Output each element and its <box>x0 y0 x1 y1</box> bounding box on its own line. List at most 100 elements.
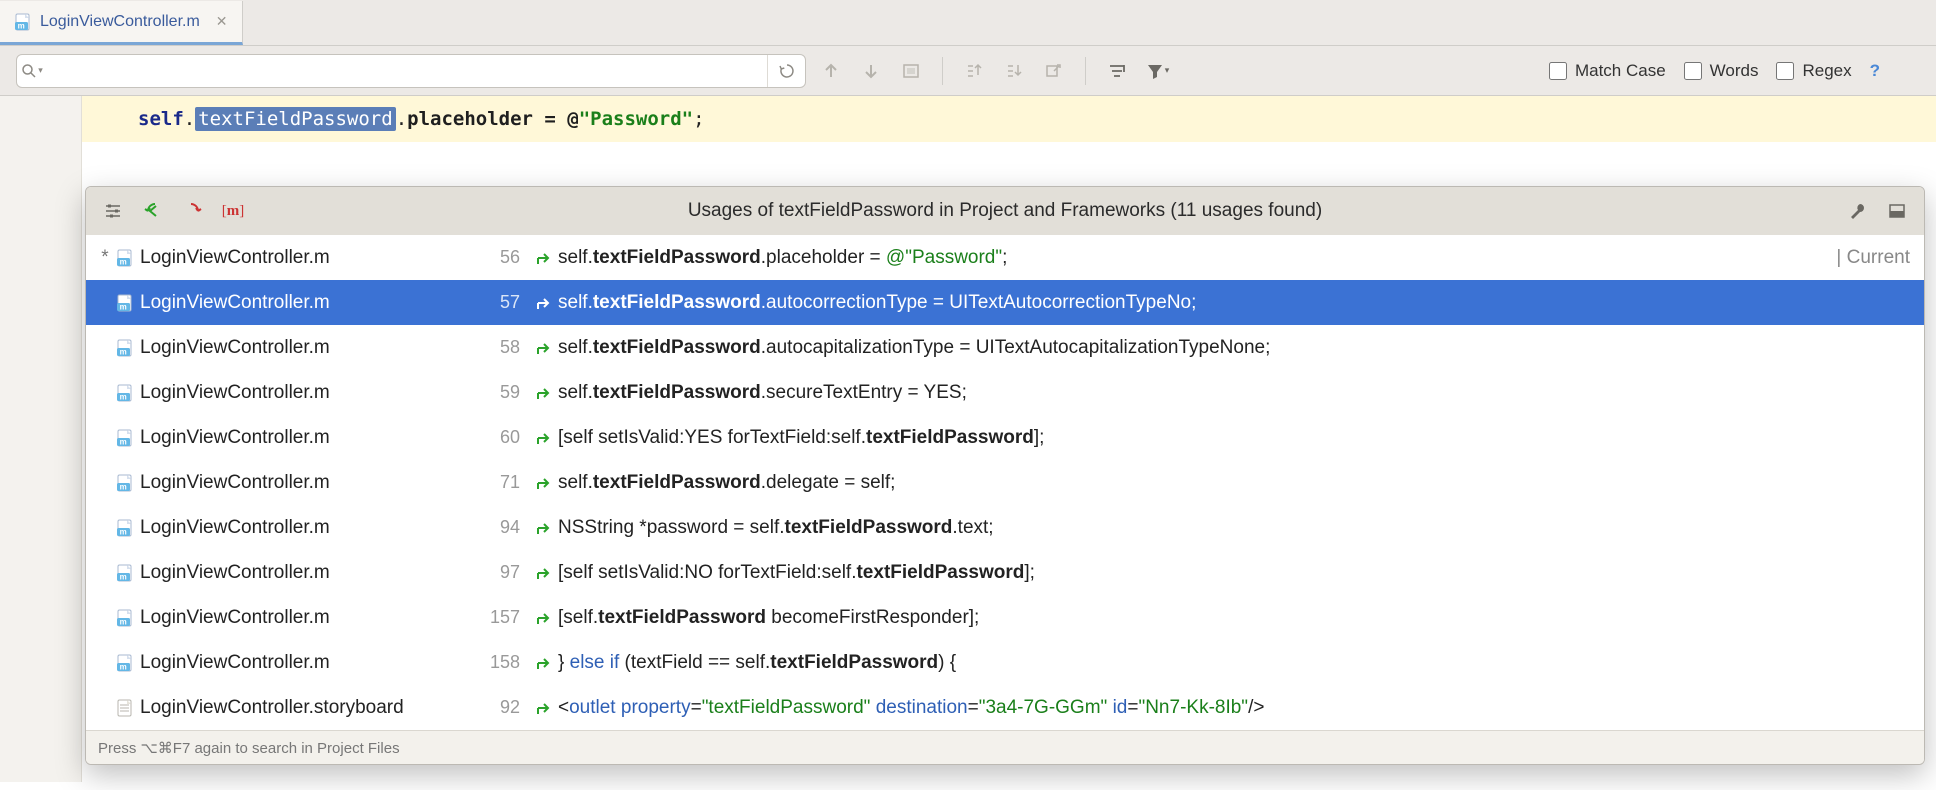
jump-to-source-icon[interactable] <box>530 295 558 311</box>
usage-row[interactable]: LoginViewController.m97 [self setIsValid:… <box>86 550 1924 595</box>
m-file-icon <box>116 654 140 672</box>
m-file-icon <box>116 564 140 582</box>
usage-line-number: 92 <box>470 697 530 718</box>
m-file-icon <box>14 13 32 31</box>
find-toolbar: ▾ ▾ Match Case Words Regex ? <box>0 46 1936 96</box>
words-checkbox[interactable]: Words <box>1684 61 1759 81</box>
m-file-icon <box>116 339 140 357</box>
usage-code-snippet: [self setIsValid:YES forTextField:self.t… <box>558 427 1910 449</box>
usage-file-name: LoginViewController.m <box>140 607 470 629</box>
usage-file-name: LoginViewController.storyboard <box>140 697 470 719</box>
usage-line-number: 60 <box>470 427 530 448</box>
gutter <box>0 96 82 142</box>
filter-button[interactable]: ▾ <box>1142 56 1172 86</box>
separator <box>942 57 943 85</box>
usage-row[interactable]: *LoginViewController.m56self.textFieldPa… <box>86 235 1924 280</box>
usage-line-number: 58 <box>470 337 530 358</box>
usage-line-number: 94 <box>470 517 530 538</box>
usage-line-number: 97 <box>470 562 530 583</box>
code-text: ; <box>693 108 704 130</box>
usage-row[interactable]: LoginViewController.m57self.textFieldPas… <box>86 280 1924 325</box>
help-icon[interactable]: ? <box>1870 61 1880 81</box>
search-icon[interactable]: ▾ <box>17 63 47 79</box>
prev-match-button[interactable] <box>816 56 846 86</box>
usage-code-snippet: self.textFieldPassword.autocapitalizatio… <box>558 337 1910 359</box>
editor-tab-bar: LoginViewController.m ✕ <box>0 0 1936 46</box>
search-field-wrap: ▾ <box>16 54 806 88</box>
usage-row[interactable]: LoginViewController.m157[self.textFieldP… <box>86 595 1924 640</box>
usage-file-name: LoginViewController.m <box>140 292 470 314</box>
highlighted-symbol: textFieldPassword <box>195 107 395 131</box>
open-in-tool-window-icon[interactable] <box>1880 195 1914 227</box>
close-icon[interactable]: ✕ <box>216 13 228 30</box>
remove-selection-button[interactable] <box>999 56 1029 86</box>
scope-m-icon[interactable]: [m] <box>216 195 250 227</box>
usage-code-snippet: } else if (textField == self.textFieldPa… <box>558 652 1910 674</box>
match-case-checkbox[interactable]: Match Case <box>1549 61 1666 81</box>
m-file-icon <box>116 519 140 537</box>
usages-popup-footer: Press ⌥⌘F7 again to search in Project Fi… <box>86 730 1924 764</box>
usage-row[interactable]: LoginViewController.m58 self.textFieldPas… <box>86 325 1924 370</box>
jump-to-source-icon[interactable] <box>530 610 558 626</box>
prev-usage-button[interactable] <box>136 195 170 227</box>
usage-row[interactable]: LoginViewController.m158} else if (textF… <box>86 640 1924 685</box>
settings-icon[interactable] <box>96 195 130 227</box>
m-file-icon <box>116 474 140 492</box>
usages-list: *LoginViewController.m56self.textFieldPa… <box>86 235 1924 730</box>
tab-filename: LoginViewController.m <box>40 13 200 31</box>
jump-to-source-icon[interactable] <box>530 565 558 581</box>
code-text: . <box>184 108 195 130</box>
usage-code-snippet: <outlet property="textFieldPassword" des… <box>558 697 1910 719</box>
regex-checkbox[interactable]: Regex <box>1776 61 1851 81</box>
code-text: placeholder = @ <box>407 108 579 130</box>
jump-to-source-icon[interactable] <box>530 700 558 716</box>
usage-file-name: LoginViewController.m <box>140 517 470 539</box>
jump-to-source-icon[interactable] <box>530 250 558 266</box>
jump-to-source-icon[interactable] <box>530 430 558 446</box>
usage-code-snippet: self.textFieldPassword.delegate = self; <box>558 472 1910 494</box>
jump-to-source-icon[interactable] <box>530 340 558 356</box>
search-options: Match Case Words Regex ? <box>1549 61 1880 81</box>
jump-to-source-icon[interactable] <box>530 655 558 671</box>
regex-label: Regex <box>1802 61 1851 81</box>
code-text: . <box>396 108 407 130</box>
filter-lines-button[interactable] <box>1102 56 1132 86</box>
usage-file-name: LoginViewController.m <box>140 562 470 584</box>
jump-to-source-icon[interactable] <box>530 385 558 401</box>
search-input[interactable] <box>47 55 767 87</box>
wrench-icon[interactable] <box>1840 195 1874 227</box>
usage-code-snippet: [self setIsValid:NO forTextField:self.te… <box>558 562 1910 584</box>
usage-line-number: 157 <box>470 607 530 628</box>
usage-row[interactable]: LoginViewController.m94 NSString *passwor… <box>86 505 1924 550</box>
usage-row[interactable]: LoginViewController.storyboard92 <outlet … <box>86 685 1924 730</box>
usage-line-number: 56 <box>470 247 530 268</box>
usage-file-name: LoginViewController.m <box>140 337 470 359</box>
usage-row[interactable]: LoginViewController.m60[self setIsValid:… <box>86 415 1924 460</box>
match-case-label: Match Case <box>1575 61 1666 81</box>
usages-popup-title: Usages of textFieldPassword in Project a… <box>86 200 1924 222</box>
jump-to-source-icon[interactable] <box>530 520 558 536</box>
editor-tab[interactable]: LoginViewController.m ✕ <box>0 1 243 45</box>
jump-to-source-icon[interactable] <box>530 475 558 491</box>
code-line[interactable]: self.textFieldPassword.placeholder = @"P… <box>82 96 1936 142</box>
usage-line-number: 71 <box>470 472 530 493</box>
select-occurrence-button[interactable] <box>1039 56 1069 86</box>
storyboard-file-icon <box>116 699 140 717</box>
keyword: self <box>138 108 184 130</box>
modified-indicator: * <box>96 247 114 269</box>
next-match-button[interactable] <box>856 56 886 86</box>
usage-line-number: 59 <box>470 382 530 403</box>
search-history-button[interactable] <box>767 55 805 87</box>
usage-row[interactable]: LoginViewController.m71 self.textFieldPas… <box>86 460 1924 505</box>
add-selection-button[interactable] <box>959 56 989 86</box>
next-usage-button[interactable] <box>176 195 210 227</box>
usage-row[interactable]: LoginViewController.m59self.textFieldPas… <box>86 370 1924 415</box>
editor-area[interactable]: self.textFieldPassword.placeholder = @"P… <box>0 96 1936 142</box>
gutter <box>0 142 82 782</box>
usage-code-snippet: self.textFieldPassword.secureTextEntry =… <box>558 382 1910 404</box>
select-all-button[interactable] <box>896 56 926 86</box>
usage-code-snippet: NSString *password = self.textFieldPassw… <box>558 517 1910 539</box>
usage-file-name: LoginViewController.m <box>140 472 470 494</box>
words-label: Words <box>1710 61 1759 81</box>
usage-file-name: LoginViewController.m <box>140 247 470 269</box>
